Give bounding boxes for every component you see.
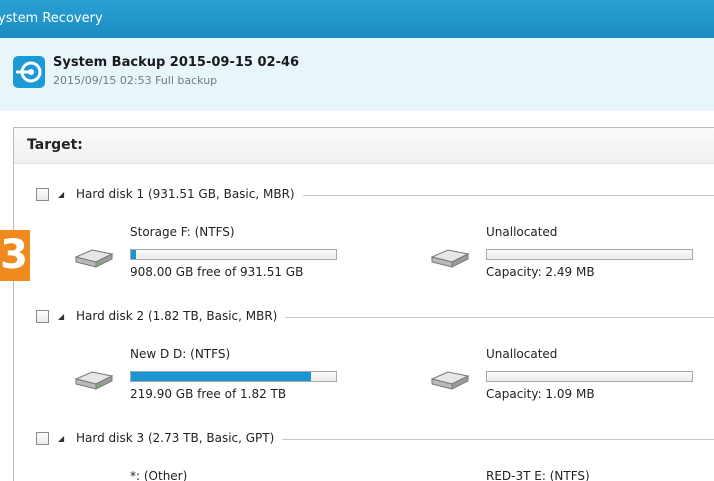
partition-info: 219.90 GB free of 1.82 TB bbox=[130, 387, 287, 401]
partition-usage-bar bbox=[486, 371, 693, 382]
partition-name: Unallocated bbox=[486, 347, 558, 361]
usage-fill bbox=[131, 250, 137, 259]
partition-name: Storage F: (NTFS) bbox=[130, 225, 235, 239]
partition-usage-bar bbox=[130, 249, 337, 260]
target-label: Target: bbox=[27, 137, 83, 153]
partition-usage-bar bbox=[486, 249, 693, 260]
window-title: ystem Recovery bbox=[0, 11, 103, 26]
partition-usage-bar bbox=[130, 371, 337, 382]
usage-fill bbox=[131, 372, 312, 381]
disk-row-1: ◢ Hard disk 1 (931.51 GB, Basic, MBR) bbox=[36, 185, 714, 205]
partition-info: 908.00 GB free of 931.51 GB bbox=[130, 265, 304, 279]
disk-2-checkbox[interactable] bbox=[36, 310, 49, 323]
collapse-caret-icon[interactable]: ◢ bbox=[58, 312, 64, 321]
disk-3-label: Hard disk 3 (2.73 TB, Basic, GPT) bbox=[76, 431, 283, 445]
hard-drive-icon[interactable] bbox=[72, 247, 116, 271]
disk-2-label: Hard disk 2 (1.82 TB, Basic, MBR) bbox=[76, 309, 286, 323]
partition-name: Unallocated bbox=[486, 225, 558, 239]
hard-drive-icon[interactable] bbox=[72, 369, 116, 393]
partition-name: RED-3T E: (NTFS) bbox=[486, 469, 590, 481]
partition-name: *: (Other) bbox=[130, 469, 188, 481]
partition-info: Capacity: 1.09 MB bbox=[486, 387, 595, 401]
collapse-caret-icon[interactable]: ◢ bbox=[58, 434, 64, 443]
partition-name: New D D: (NTFS) bbox=[130, 347, 231, 361]
hard-drive-icon[interactable] bbox=[428, 247, 472, 271]
target-header: Target: bbox=[14, 128, 714, 164]
step-number-badge: 3 bbox=[0, 230, 30, 281]
backup-disk-icon bbox=[13, 56, 45, 88]
target-panel: Target: ◢ Hard disk 1 (931.51 GB, Basic,… bbox=[13, 127, 714, 481]
disk-1-checkbox[interactable] bbox=[36, 188, 49, 201]
disk-row-2: ◢ Hard disk 2 (1.82 TB, Basic, MBR) bbox=[36, 307, 714, 327]
disk-3-checkbox[interactable] bbox=[36, 432, 49, 445]
backup-subtitle: 2015/09/15 02:53 Full backup bbox=[53, 74, 218, 87]
hard-drive-icon[interactable] bbox=[428, 369, 472, 393]
step-number: 3 bbox=[0, 232, 28, 278]
collapse-caret-icon[interactable]: ◢ bbox=[58, 190, 64, 199]
partition-info: Capacity: 2.49 MB bbox=[486, 265, 595, 279]
backup-title: System Backup 2015-09-15 02-46 bbox=[53, 55, 300, 70]
disk-row-3: ◢ Hard disk 3 (2.73 TB, Basic, GPT) bbox=[36, 429, 714, 449]
backup-header: System Backup 2015-09-15 02-46 2015/09/1… bbox=[0, 38, 714, 111]
disk-1-label: Hard disk 1 (931.51 GB, Basic, MBR) bbox=[76, 187, 303, 201]
window-title-bar: ystem Recovery bbox=[0, 0, 714, 38]
